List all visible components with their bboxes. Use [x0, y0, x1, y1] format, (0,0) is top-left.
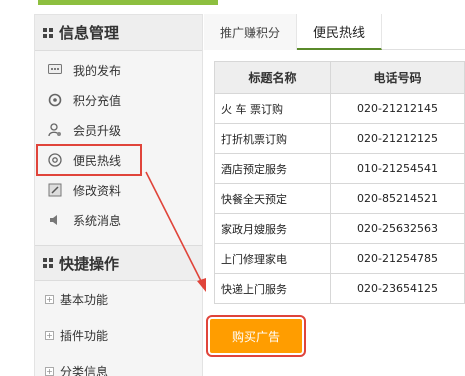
table-row: 打折机票订购 020-21212125 [214, 123, 465, 154]
info-section-header: 信息管理 [35, 15, 202, 51]
cell-phone: 020-21212125 [330, 123, 465, 154]
sidebar-item-label: 我的发布 [73, 63, 122, 78]
quick-item-label: 分类信息 [60, 364, 109, 376]
tab-hotline[interactable]: 便民热线 [297, 14, 383, 50]
table-row: 家政月嫂服务 020-25632563 [214, 213, 465, 244]
sidebar-item-label: 积分充值 [73, 93, 122, 108]
quick-item-classified[interactable]: + 分类信息 [35, 353, 202, 376]
info-section-title: 信息管理 [59, 24, 120, 42]
sidebar-item-label: 系统消息 [73, 213, 122, 228]
at-icon [47, 152, 63, 168]
cell-phone: 020-25632563 [330, 213, 465, 244]
user-icon [47, 122, 63, 138]
edit-icon [47, 182, 63, 198]
cell-phone: 020-23654125 [330, 273, 465, 304]
grid-icon [43, 258, 53, 268]
quick-item-label: 插件功能 [60, 328, 109, 343]
refresh-icon [47, 92, 63, 108]
cell-title: 酒店预定服务 [214, 153, 331, 184]
hotline-table: 标题名称 电话号码 火 车 票订购 020-21212145 打折机票订购 02… [214, 61, 465, 304]
top-accent-bar [38, 0, 218, 5]
cell-title: 打折机票订购 [214, 123, 331, 154]
cell-phone: 010-21254541 [330, 153, 465, 184]
column-header-phone: 电话号码 [330, 61, 465, 94]
sidebar-item-label: 便民热线 [73, 153, 122, 168]
cell-title: 快递上门服务 [214, 273, 331, 304]
cell-title: 家政月嫂服务 [214, 213, 331, 244]
cell-title: 火 车 票订购 [214, 93, 331, 124]
sidebar-item-recharge[interactable]: 积分充值 [35, 85, 202, 115]
sidebar-item-hotline[interactable]: 便民热线 [36, 144, 142, 176]
sidebar-item-edit-profile[interactable]: 修改资料 [35, 175, 202, 205]
sidebar: 信息管理 我的发布 积分充值 会员升级 便民热线 修改资料 系统消息 快捷操作 … [34, 14, 203, 376]
speaker-icon [47, 212, 63, 228]
cell-phone: 020-85214521 [330, 183, 465, 214]
table-row: 快递上门服务 020-23654125 [214, 273, 465, 304]
plus-icon: + [45, 294, 54, 304]
table-row: 火 车 票订购 020-21212145 [214, 93, 465, 124]
quick-item-plugins[interactable]: + 插件功能 [35, 317, 202, 353]
sidebar-item-label: 会员升级 [73, 123, 122, 138]
cell-phone: 020-21254785 [330, 243, 465, 274]
table-row: 快餐全天预定 020-85214521 [214, 183, 465, 214]
quick-item-basic[interactable]: + 基本功能 [35, 281, 202, 317]
column-header-title: 标题名称 [214, 61, 331, 94]
plus-icon: + [45, 366, 54, 376]
plus-icon: + [45, 330, 54, 340]
cell-title: 快餐全天预定 [214, 183, 331, 214]
sidebar-item-my-posts[interactable]: 我的发布 [35, 55, 202, 85]
chat-icon [47, 62, 63, 78]
sidebar-item-label: 修改资料 [73, 183, 122, 198]
table-header-row: 标题名称 电话号码 [214, 61, 465, 94]
cell-title: 上门修理家电 [214, 243, 331, 274]
buy-ad-button[interactable]: 购买广告 [206, 315, 306, 357]
tab-promote-points[interactable]: 推广赚积分 [204, 14, 298, 50]
table-row: 酒店预定服务 010-21254541 [214, 153, 465, 184]
quick-section-title: 快捷操作 [59, 254, 120, 273]
info-menu: 我的发布 积分充值 会员升级 便民热线 修改资料 系统消息 [35, 51, 202, 235]
grid-icon [43, 27, 53, 38]
sidebar-item-messages[interactable]: 系统消息 [35, 205, 202, 235]
quick-item-label: 基本功能 [60, 292, 109, 307]
table-row: 上门修理家电 020-21254785 [214, 243, 465, 274]
quick-section-header: 快捷操作 [35, 245, 202, 281]
cell-phone: 020-21212145 [330, 93, 465, 124]
sidebar-item-upgrade[interactable]: 会员升级 [35, 115, 202, 145]
hotline-table-container: 标题名称 电话号码 火 车 票订购 020-21212145 打折机票订购 02… [214, 61, 465, 304]
tab-bar: 推广赚积分 便民热线 [204, 14, 465, 50]
